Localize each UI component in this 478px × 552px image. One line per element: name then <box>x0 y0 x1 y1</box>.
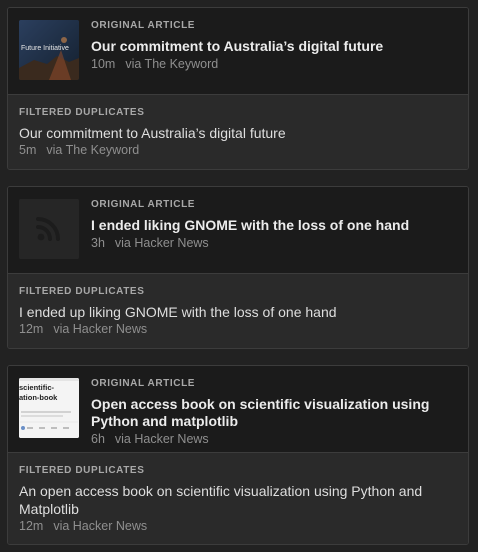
article-source[interactable]: via Hacker News <box>115 236 209 250</box>
article-title[interactable]: I ended liking GNOME with the loss of on… <box>91 217 460 234</box>
article-thumbnail: Future Initiative <box>19 20 79 80</box>
rss-icon <box>19 199 79 259</box>
filtered-duplicates: FILTERED DUPLICATES Our commitment to Au… <box>8 94 468 169</box>
original-article-label: ORIGINAL ARTICLE <box>91 20 196 31</box>
filtered-duplicates-label: FILTERED DUPLICATES <box>19 286 145 297</box>
filtered-duplicates: FILTERED DUPLICATES I ended up liking GN… <box>8 273 468 348</box>
article-card: ORIGINAL ARTICLE I ended liking GNOME wi… <box>7 186 469 349</box>
duplicate-meta: 5m via The Keyword <box>19 142 457 158</box>
duplicate-time: 12m <box>19 322 44 336</box>
filtered-duplicates: FILTERED DUPLICATES An open access book … <box>8 452 468 544</box>
article-card: Future Initiative ORIGINAL ARTICLE Our c… <box>7 7 469 170</box>
duplicate-source[interactable]: via Hacker News <box>53 519 147 533</box>
duplicate-title[interactable]: An open access book on scientific visual… <box>19 482 457 518</box>
duplicate-meta: 12m via Hacker News <box>19 321 457 337</box>
duplicate-title[interactable]: Our commitment to Australia’s digital fu… <box>19 124 457 142</box>
original-article[interactable]: ORIGINAL ARTICLE I ended liking GNOME wi… <box>8 187 468 273</box>
article-time: 6h <box>91 432 105 446</box>
article-meta: 10m via The Keyword <box>91 56 460 72</box>
article-title[interactable]: Our commitment to Australia’s digital fu… <box>91 38 460 55</box>
original-article[interactable]: Future Initiative ORIGINAL ARTICLE Our c… <box>8 8 468 94</box>
original-article[interactable]: scientific- ation-book ORIGINAL ARTICLE … <box>8 366 468 452</box>
article-meta: 6h via Hacker News <box>91 431 460 447</box>
original-article-label: ORIGINAL ARTICLE <box>91 378 196 389</box>
original-article-label: ORIGINAL ARTICLE <box>91 199 196 210</box>
duplicate-source[interactable]: via Hacker News <box>53 322 147 336</box>
article-title[interactable]: Open access book on scientific visualiza… <box>91 396 460 430</box>
article-meta: 3h via Hacker News <box>91 235 460 251</box>
thumbnail-caption: scientific- ation-book <box>19 383 58 402</box>
article-card: scientific- ation-book ORIGINAL ARTICLE … <box>7 365 469 545</box>
duplicate-time: 5m <box>19 143 37 157</box>
filtered-duplicates-label: FILTERED DUPLICATES <box>19 465 145 476</box>
article-time: 3h <box>91 236 105 250</box>
thumbnail-caption: Future Initiative <box>21 45 69 52</box>
duplicate-time: 12m <box>19 519 44 533</box>
article-source[interactable]: via Hacker News <box>115 432 209 446</box>
filtered-duplicates-label: FILTERED DUPLICATES <box>19 107 145 118</box>
article-thumbnail: scientific- ation-book <box>19 378 79 438</box>
article-time: 10m <box>91 57 116 71</box>
duplicate-source[interactable]: via The Keyword <box>46 143 139 157</box>
duplicate-title[interactable]: I ended up liking GNOME with the loss of… <box>19 303 457 321</box>
article-source[interactable]: via The Keyword <box>125 57 218 71</box>
article-thumbnail <box>19 199 79 259</box>
duplicate-meta: 12m via Hacker News <box>19 518 457 534</box>
